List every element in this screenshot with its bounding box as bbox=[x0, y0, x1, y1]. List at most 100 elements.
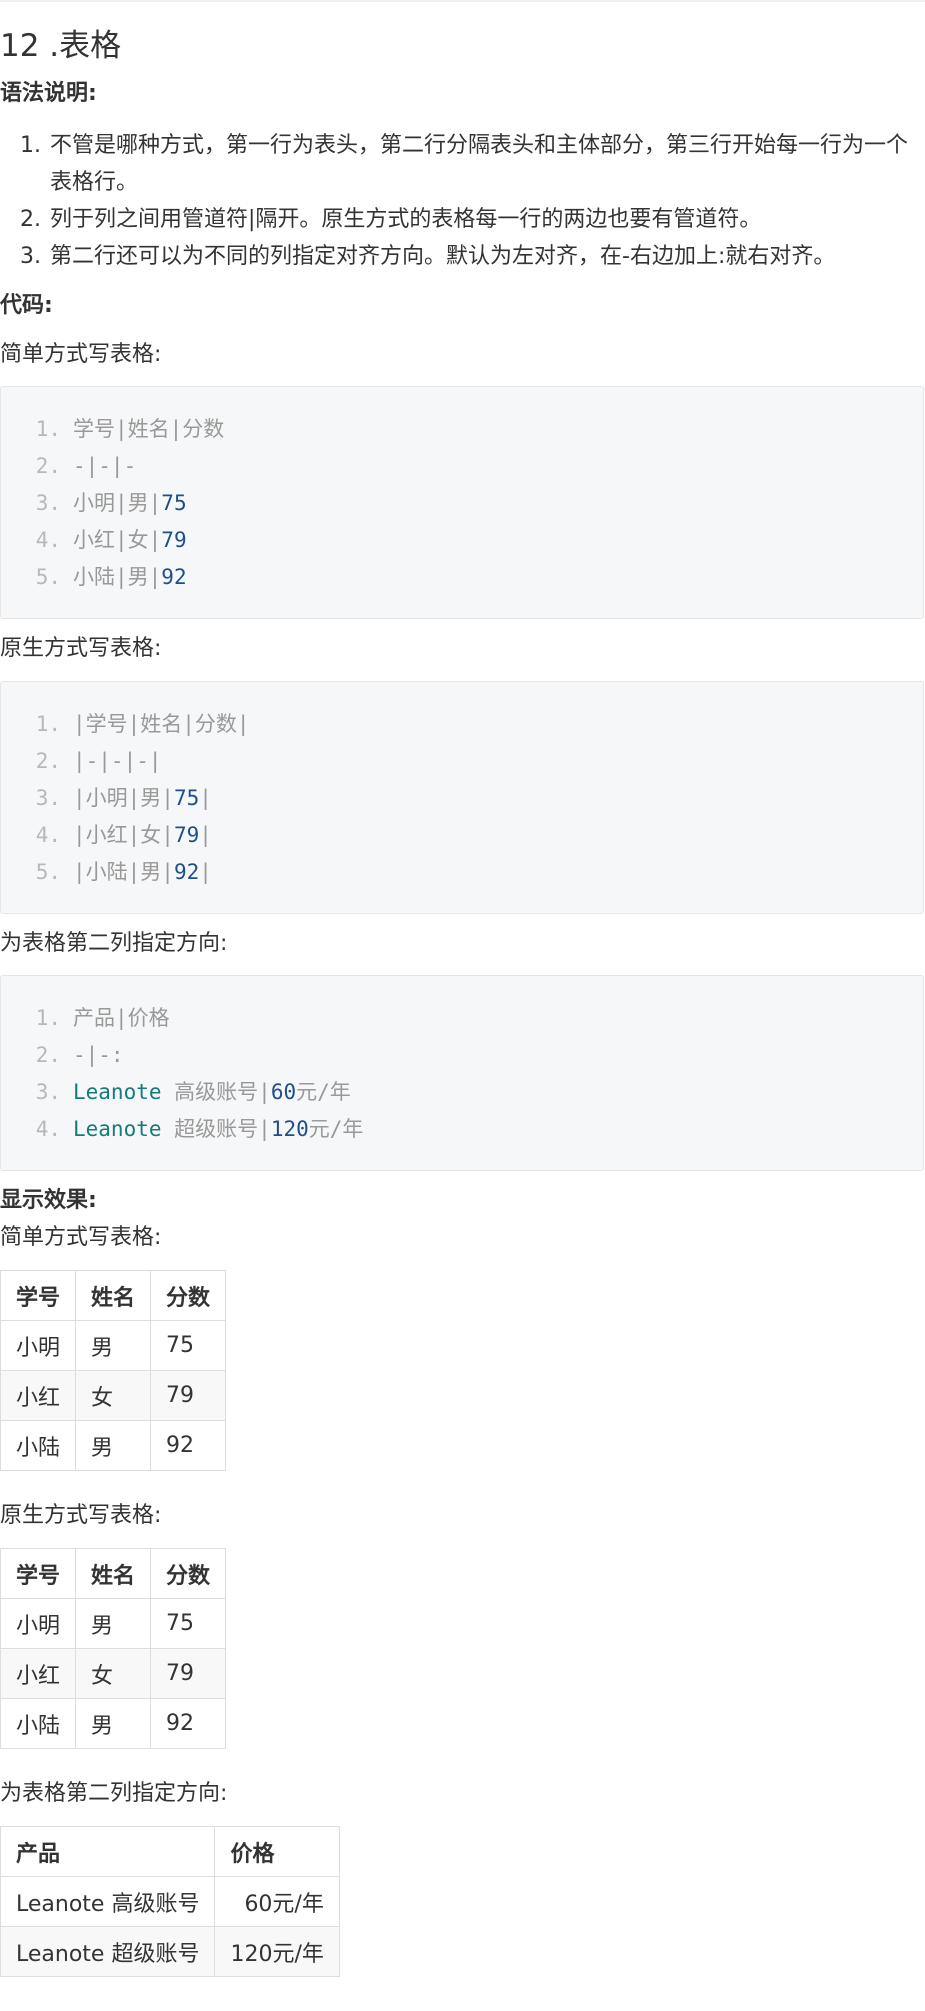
code-label: 代码: bbox=[0, 293, 53, 318]
keyword-token: Leanote bbox=[73, 1117, 162, 1141]
code-text: 小红|女|79 bbox=[73, 528, 187, 552]
syntax-label: 语法说明: bbox=[0, 81, 97, 106]
table-header-row: 学号 姓名 分数 bbox=[0, 1548, 227, 1599]
table-header-cell: 学号 bbox=[0, 1270, 77, 1321]
code-text: 产品|价格 bbox=[73, 1006, 170, 1030]
table-cell: 小红 bbox=[0, 1648, 77, 1699]
table-cell: Leanote 高级账号 bbox=[0, 1876, 216, 1927]
code-line: 3. 小明|男|75 bbox=[1, 485, 187, 522]
table-cell: 小明 bbox=[0, 1320, 77, 1371]
code-text: 学号|姓名|分数 bbox=[73, 417, 225, 441]
number-token: 75 bbox=[173, 786, 200, 810]
number-token: 79 bbox=[161, 528, 187, 552]
line-number: 4. bbox=[35, 1117, 61, 1141]
rule-item: 列于列之间用管道符|隔开。原生方式的表格每一行的两边也要有管道符。 bbox=[48, 201, 925, 238]
code-text: |小明|男|75| bbox=[73, 786, 212, 810]
table-row: 小陆 男 92 bbox=[0, 1698, 227, 1749]
table-row: 小红 女 79 bbox=[0, 1370, 227, 1421]
code-line: 1. |学号|姓名|分数| bbox=[1, 706, 250, 743]
result-table-native: 学号 姓名 分数 小明 男 75 小红 女 79 小陆 男 92 bbox=[0, 1548, 227, 1749]
table-header-cell: 价格 bbox=[214, 1826, 340, 1877]
table-row: 小明 男 75 bbox=[0, 1320, 227, 1371]
line-number: 4. bbox=[35, 528, 61, 552]
number-token: 92 bbox=[173, 860, 200, 884]
table-cell: 男 bbox=[75, 1420, 152, 1471]
code-text: -|-: bbox=[73, 1043, 124, 1067]
code-text: 小明|男|75 bbox=[73, 491, 187, 515]
table-cell: 92 bbox=[150, 1698, 227, 1749]
table-cell: 男 bbox=[75, 1320, 152, 1371]
code-line: 5. |小陆|男|92| bbox=[1, 854, 212, 891]
table-cell: 小红 bbox=[0, 1370, 77, 1421]
code-text: Leanote 超级账号|120元/年 bbox=[73, 1117, 364, 1141]
table-header-cell: 分数 bbox=[150, 1548, 227, 1599]
table-cell: 75 bbox=[150, 1320, 227, 1371]
table-header-cell: 姓名 bbox=[75, 1270, 152, 1321]
result-table-align: 产品 价格 Leanote 高级账号 60元/年 Leanote 超级账号 12… bbox=[0, 1826, 340, 1977]
table-cell: 小陆 bbox=[0, 1420, 77, 1471]
result-native-caption: 原生方式写表格: bbox=[0, 1503, 162, 1528]
code-line: 5. 小陆|男|92 bbox=[1, 559, 187, 596]
code-line: 1. 产品|价格 bbox=[1, 1000, 170, 1037]
line-number: 1. bbox=[35, 1006, 61, 1030]
document-page: 12 .表格 语法说明: 不管是哪种方式，第一行为表头，第二行分隔表头和主体部分… bbox=[0, 0, 925, 2011]
code-text: |小陆|男|92| bbox=[73, 860, 212, 884]
table-header-row: 学号 姓名 分数 bbox=[0, 1270, 227, 1321]
code-text: 小陆|男|92 bbox=[73, 565, 187, 589]
section-title: 12 .表格 bbox=[0, 28, 122, 64]
number-token: 92 bbox=[161, 565, 187, 589]
table-row: 小明 男 75 bbox=[0, 1598, 227, 1649]
line-number: 5. bbox=[35, 860, 61, 884]
rule-item: 第二行还可以为不同的列指定对齐方向。默认为左对齐，在-右边加上:就右对齐。 bbox=[48, 238, 925, 275]
table-cell: 79 bbox=[150, 1648, 227, 1699]
table-cell: 小陆 bbox=[0, 1698, 77, 1749]
code-text: Leanote 高级账号|60元/年 bbox=[73, 1080, 351, 1104]
line-number: 4. bbox=[35, 823, 61, 847]
code-block-native: 1. |学号|姓名|分数| 2. |-|-|-| 3. |小明|男|75| 4. |小红… bbox=[0, 681, 924, 914]
table-cell: 75 bbox=[150, 1598, 227, 1649]
table-header-cell: 产品 bbox=[0, 1826, 216, 1877]
code-align-caption: 为表格第二列指定方向: bbox=[0, 931, 228, 956]
code-line: 2. -|-: bbox=[1, 1037, 124, 1074]
line-number: 1. bbox=[35, 417, 61, 441]
table-cell: 男 bbox=[75, 1698, 152, 1749]
line-number: 3. bbox=[35, 1080, 61, 1104]
table-row: 小红 女 79 bbox=[0, 1648, 227, 1699]
table-row: Leanote 高级账号 60元/年 bbox=[0, 1876, 340, 1927]
code-block-align: 1. 产品|价格 2. -|-: 3. Leanote 高级账号|60元/年 4. Le… bbox=[0, 975, 924, 1171]
code-line: 2. -|-|- bbox=[1, 448, 137, 485]
code-text: -|-|- bbox=[73, 454, 137, 478]
number-token: 75 bbox=[161, 491, 187, 515]
table-cell: Leanote 超级账号 bbox=[0, 1926, 216, 1977]
result-label: 显示效果: bbox=[0, 1188, 97, 1213]
top-divider bbox=[0, 0, 925, 2]
number-token: 79 bbox=[173, 823, 200, 847]
table-header-row: 产品 价格 bbox=[0, 1826, 340, 1877]
code-text: |学号|姓名|分数| bbox=[73, 712, 250, 736]
code-text: |-|-|-| bbox=[73, 749, 162, 773]
result-simple-caption: 简单方式写表格: bbox=[0, 1225, 162, 1250]
table-header-cell: 学号 bbox=[0, 1548, 77, 1599]
keyword-token: Leanote bbox=[73, 1080, 162, 1104]
table-cell: 女 bbox=[75, 1370, 152, 1421]
table-cell: 120元/年 bbox=[214, 1926, 340, 1977]
code-line: 3. Leanote 高级账号|60元/年 bbox=[1, 1074, 351, 1111]
table-row: 小陆 男 92 bbox=[0, 1420, 227, 1471]
code-simple-caption: 简单方式写表格: bbox=[0, 342, 162, 367]
table-header-cell: 姓名 bbox=[75, 1548, 152, 1599]
line-number: 2. bbox=[35, 454, 61, 478]
code-text: |小红|女|79| bbox=[73, 823, 212, 847]
code-block-simple: 1. 学号|姓名|分数 2. -|-|- 3. 小明|男|75 4. 小红|女|79 5… bbox=[0, 386, 924, 619]
line-number: 2. bbox=[35, 749, 61, 773]
code-line: 4. |小红|女|79| bbox=[1, 817, 212, 854]
table-header-cell: 分数 bbox=[150, 1270, 227, 1321]
syntax-rules-list: 不管是哪种方式，第一行为表头，第二行分隔表头和主体部分，第三行开始每一行为一个表… bbox=[0, 127, 925, 275]
code-native-caption: 原生方式写表格: bbox=[0, 636, 162, 661]
table-cell: 男 bbox=[75, 1598, 152, 1649]
line-number: 2. bbox=[35, 1043, 61, 1067]
number-token: 60 bbox=[270, 1080, 297, 1104]
table-cell: 小明 bbox=[0, 1598, 77, 1649]
code-line: 1. 学号|姓名|分数 bbox=[1, 411, 225, 448]
table-cell: 60元/年 bbox=[214, 1876, 340, 1927]
code-line: 3. |小明|男|75| bbox=[1, 780, 212, 817]
